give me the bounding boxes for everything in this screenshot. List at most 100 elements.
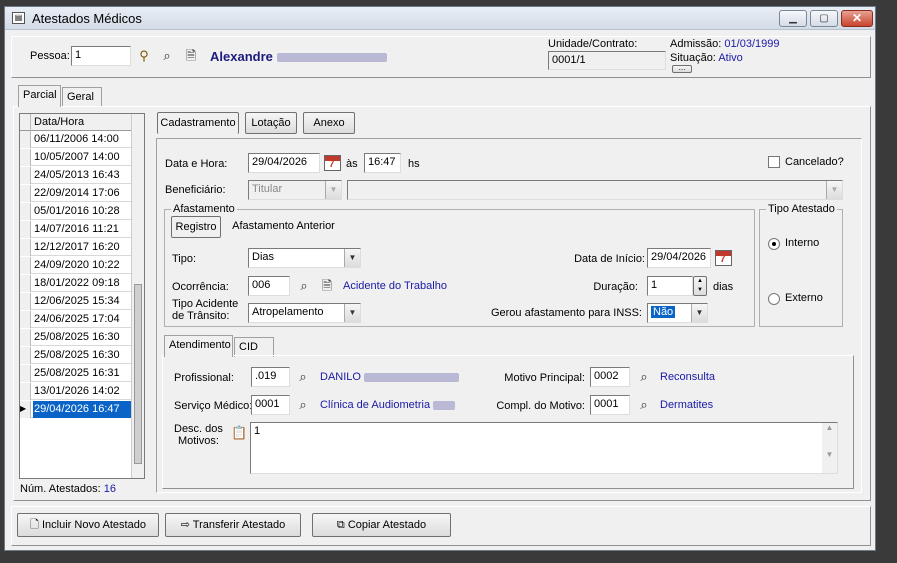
- search-icon[interactable]: ⌕: [636, 369, 652, 385]
- person-search-icon[interactable]: ⚲: [136, 48, 152, 64]
- tab-parcial[interactable]: Parcial: [18, 85, 61, 107]
- unidade-field: 0001/1: [548, 51, 666, 70]
- minimize-button[interactable]: ▁: [779, 10, 807, 27]
- atestados-list[interactable]: Data/Hora 06/11/2006 14:00 10/05/2007 14:…: [19, 113, 145, 479]
- profissional-code-input[interactable]: .019: [251, 367, 290, 387]
- list-item[interactable]: 12/06/2025 15:34: [20, 293, 144, 310]
- duracao-stepper[interactable]: ▲ ▼: [693, 276, 707, 296]
- row-indicator: [20, 383, 31, 400]
- count-row: Núm. Atestados: 16: [20, 483, 116, 495]
- tipo-select[interactable]: Dias ▼: [248, 248, 361, 268]
- list-item[interactable]: 18/01/2022 09:18: [20, 275, 144, 292]
- list-item-datahora: 24/06/2025 17:04: [34, 313, 120, 325]
- tipo-atestado-title: Tipo Atestado: [766, 203, 837, 215]
- person-name: Alexandre: [210, 49, 387, 64]
- data-input[interactable]: 29/04/2026: [248, 153, 320, 173]
- list-item[interactable]: 24/06/2025 17:04: [20, 311, 144, 328]
- redacted-surname: [276, 53, 387, 63]
- tab-registro[interactable]: Registro: [171, 216, 221, 238]
- list-item[interactable]: 14/07/2016 11:21: [20, 221, 144, 238]
- search-icon[interactable]: ⌕: [636, 397, 652, 413]
- list-scroll-thumb[interactable]: [134, 284, 142, 464]
- list-item-datahora: 13/01/2026 14:02: [34, 385, 120, 397]
- list-item[interactable]: 25/08/2025 16:31: [20, 365, 144, 382]
- beneficiario-select[interactable]: Titular ▼: [248, 180, 342, 200]
- chevron-down-icon: ▼: [826, 181, 842, 199]
- list-item[interactable]: 06/11/2006 14:00: [20, 131, 144, 148]
- interno-radio[interactable]: [768, 238, 780, 250]
- tab-anexo[interactable]: Anexo: [303, 112, 355, 134]
- list-item-datahora: 25/08/2025 16:31: [34, 367, 120, 379]
- tab-atendimento[interactable]: Atendimento: [164, 335, 233, 357]
- hora-input[interactable]: 16:47: [364, 153, 401, 173]
- calendar-icon[interactable]: [324, 155, 341, 171]
- list-item-datahora: 12/12/2017 16:20: [34, 241, 120, 253]
- clipboard-icon[interactable]: 📋: [231, 425, 247, 441]
- row-indicator: [20, 185, 31, 202]
- list-item[interactable]: 05/01/2016 10:28: [20, 203, 144, 220]
- tab-lotacao[interactable]: Lotação: [245, 112, 297, 134]
- ocorrencia-code-input[interactable]: 006: [248, 276, 290, 296]
- row-indicator: ▶: [20, 401, 31, 418]
- data-inicio-input[interactable]: 29/04/2026: [647, 248, 711, 268]
- copiar-button[interactable]: ⧉ Copiar Atestado: [312, 513, 451, 537]
- list-item[interactable]: 13/01/2026 14:02: [20, 383, 144, 400]
- calendar-icon[interactable]: [715, 250, 732, 266]
- list-header-row: Data/Hora: [20, 114, 131, 131]
- compl-code-input[interactable]: 0001: [590, 395, 630, 415]
- list-header-datahora[interactable]: Data/Hora: [34, 116, 84, 128]
- tab-afastamento-anterior[interactable]: Afastamento Anterior: [226, 216, 341, 238]
- duracao-input[interactable]: 1: [647, 276, 693, 296]
- list-item[interactable]: 24/05/2013 16:43: [20, 167, 144, 184]
- list-item-datahora: 05/01/2016 10:28: [34, 205, 120, 217]
- inss-select[interactable]: Não ▼: [647, 303, 708, 323]
- row-indicator: [20, 347, 31, 364]
- atestados-window: ▤ Atestados Médicos ▁ ▢ ✕ Pessoa: 1 ⚲ ⌕ …: [4, 6, 876, 551]
- situacao-value: Ativo: [718, 52, 743, 64]
- servico-name-text: Clínica de Audiometria: [320, 399, 431, 411]
- list-scrollbar[interactable]: [131, 114, 144, 478]
- list-item-datahora: 18/01/2022 09:18: [34, 277, 120, 289]
- profissional-name: DANILO: [320, 371, 460, 383]
- close-button[interactable]: ✕: [841, 10, 873, 27]
- profissional-first-name: DANILO: [320, 371, 361, 383]
- tab-cadastramento[interactable]: Cadastramento: [157, 112, 239, 134]
- pessoa-input[interactable]: 1: [71, 46, 131, 66]
- cancelado-checkbox[interactable]: [768, 156, 780, 168]
- more-button[interactable]: ...: [672, 64, 692, 73]
- list-item[interactable]: 25/08/2025 16:30: [20, 347, 144, 364]
- transferir-button[interactable]: ⇨ Transferir Atestado: [165, 513, 301, 537]
- list-item[interactable]: 25/08/2025 16:30: [20, 329, 144, 346]
- row-indicator: [20, 275, 31, 292]
- motivo-name: Reconsulta: [660, 371, 716, 383]
- tab-cid[interactable]: CID: [234, 337, 274, 357]
- admissao-row: Admissão: 01/03/1999: [670, 38, 779, 50]
- window-title: Atestados Médicos: [32, 11, 142, 26]
- list-item[interactable]: 22/09/2014 17:06: [20, 185, 144, 202]
- search-icon[interactable]: ⌕: [295, 369, 311, 385]
- motivo-code-input[interactable]: 0002: [590, 367, 630, 387]
- beneficiario-detail-select[interactable]: ▼: [347, 180, 843, 200]
- search-icon[interactable]: ⌕: [296, 278, 312, 294]
- search-icon[interactable]: ⌕: [295, 397, 311, 413]
- row-indicator: [20, 149, 31, 166]
- externo-radio[interactable]: [768, 293, 780, 305]
- search-icon[interactable]: ⌕: [159, 48, 175, 64]
- transito-label-line2: de Trânsito:: [172, 310, 230, 322]
- maximize-button[interactable]: ▢: [810, 10, 838, 27]
- list-item[interactable]: 24/09/2020 10:22: [20, 257, 144, 274]
- list-item[interactable]: 12/12/2017 16:20: [20, 239, 144, 256]
- list-item[interactable]: ▶ 29/04/2026 16:47: [20, 401, 144, 418]
- transito-select[interactable]: Atropelamento ▼: [248, 303, 361, 323]
- app-icon: ▤: [12, 12, 25, 24]
- incluir-label: Incluir Novo Atestado: [41, 519, 146, 531]
- servico-code-input[interactable]: 0001: [251, 395, 290, 415]
- document-icon[interactable]: 🗎: [183, 48, 199, 64]
- list-item[interactable]: 10/05/2007 14:00: [20, 149, 144, 166]
- tab-geral[interactable]: Geral: [62, 87, 102, 107]
- desc-scrollbar[interactable]: ▲ ▼: [822, 423, 837, 473]
- list-item-datahora: 24/09/2020 10:22: [34, 259, 120, 271]
- incluir-button[interactable]: 🗋 Incluir Novo Atestado: [17, 513, 159, 537]
- document-icon[interactable]: 🗎: [319, 278, 335, 294]
- desc-textarea[interactable]: 1 ▲ ▼: [250, 422, 838, 474]
